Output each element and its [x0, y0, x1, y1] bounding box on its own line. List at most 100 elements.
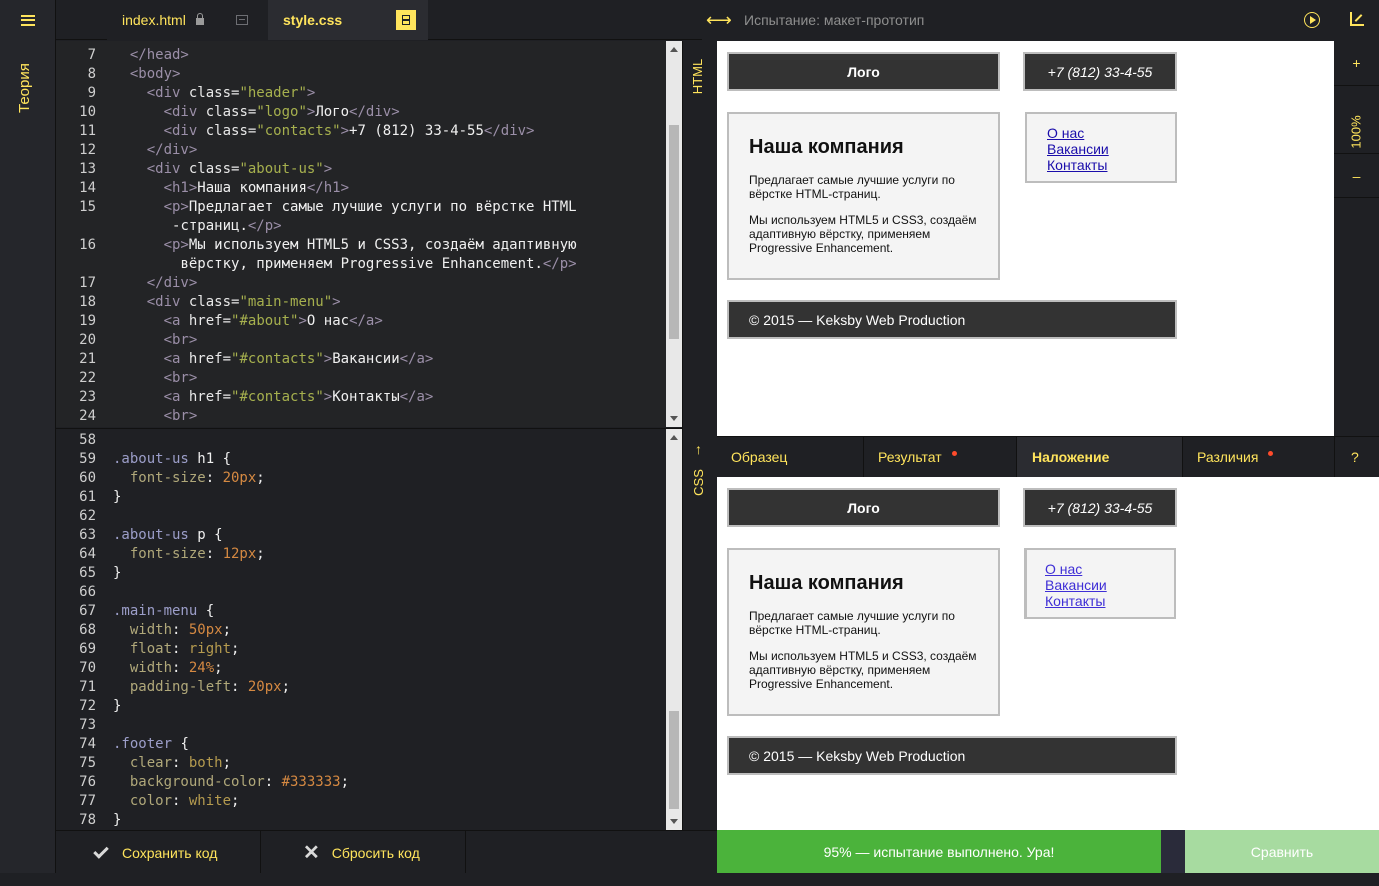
scroll-thumb[interactable]	[669, 125, 679, 339]
code-text[interactable]: вёрстку, применяем Progressive Enhanceme…	[113, 255, 576, 274]
code-text[interactable]: .main-menu {	[113, 602, 214, 621]
mode-label: Наложение	[1032, 449, 1110, 465]
line-number: 59	[79, 451, 96, 467]
mode-result[interactable]: Результат	[864, 437, 1017, 477]
reset-code-button[interactable]: ✕ Сбросить код	[261, 831, 466, 874]
line-number: 64	[79, 546, 96, 562]
resize-horizontal-icon[interactable]: ⟷	[706, 10, 732, 31]
code-text[interactable]: .about-us p {	[113, 526, 223, 545]
code-text[interactable]: <div class="about-us">	[113, 160, 332, 179]
scroll-up-icon[interactable]	[670, 435, 678, 440]
code-text[interactable]: -страниц.</p>	[113, 217, 282, 236]
code-text[interactable]: <div class="logo">Лого</div>	[113, 103, 400, 122]
code-text[interactable]: <a href="#about">О нас</a>	[113, 312, 383, 331]
menu-link-about[interactable]: О нас	[1045, 561, 1154, 577]
line-number: 74	[79, 736, 96, 752]
line-number: 65	[79, 565, 96, 581]
play-icon[interactable]	[1304, 12, 1320, 28]
preview-paragraph: Предлагает самые лучшие услуги по вёрстк…	[749, 173, 955, 201]
html-editor[interactable]: 7 </head> 8 <body> 9 <div class="header"> 1…	[56, 41, 682, 427]
overlay-preview-frame: Лого +7 (812) 33-4-55 Наша компания Пред…	[717, 477, 1379, 830]
line-number: 70	[79, 660, 96, 676]
code-text[interactable]: font-size: 20px;	[113, 469, 265, 488]
theory-sidebar: Теория	[0, 0, 56, 886]
theory-tab[interactable]: Теория	[16, 63, 33, 113]
css-editor[interactable]: 58 59 .about-us h1 {60 font-size: 20px; 61}…	[56, 428, 682, 830]
code-text[interactable]: }	[113, 564, 121, 583]
zoom-out-button[interactable]: –	[1334, 153, 1379, 198]
code-text[interactable]: <br>	[113, 331, 198, 350]
zoom-level-label: 100%	[1348, 115, 1364, 149]
line-number: 71	[79, 679, 96, 695]
code-text[interactable]: }	[113, 697, 121, 716]
preview-header: ⟷ Испытание: макет-прототип	[702, 0, 1379, 41]
scroll-down-icon[interactable]	[670, 416, 678, 421]
code-text[interactable]: <div class="contacts">+7 (812) 33-4-55</…	[113, 122, 535, 141]
result-divider	[1161, 830, 1185, 873]
menu-button[interactable]	[0, 0, 56, 40]
line-number: 19	[79, 313, 96, 329]
line-number: 21	[79, 351, 96, 367]
code-text[interactable]: color: white;	[113, 792, 240, 811]
scroll-down-icon[interactable]	[670, 819, 678, 824]
tab-index-html[interactable]: index.html	[107, 0, 268, 40]
css-panel-label[interactable]: CSS	[691, 469, 706, 496]
mode-overlay[interactable]: Наложение	[1017, 437, 1183, 477]
notification-dot	[1268, 450, 1274, 456]
code-text[interactable]: <br>	[113, 407, 198, 426]
code-text[interactable]: width: 24%;	[113, 659, 223, 678]
arrow-up-icon[interactable]: ↑	[695, 441, 702, 457]
result-status: 95% — испытание выполнено. Ура!	[717, 830, 1161, 873]
line-number: 17	[79, 275, 96, 291]
collapse-panel-icon[interactable]	[236, 15, 248, 25]
save-code-button[interactable]: Сохранить код	[56, 831, 261, 874]
code-text[interactable]: <p>Предлагает самые лучшие услуги по вёр…	[113, 198, 577, 217]
code-text[interactable]: <h1>Наша компания</h1>	[113, 179, 349, 198]
html-panel-label[interactable]: HTML	[690, 59, 705, 94]
code-text[interactable]: </div>	[113, 141, 198, 160]
scroll-thumb[interactable]	[669, 711, 679, 809]
line-number: 72	[79, 698, 96, 714]
zoom-in-button[interactable]: +	[1334, 41, 1379, 86]
scroll-up-icon[interactable]	[670, 47, 678, 52]
line-number: 11	[79, 123, 96, 139]
code-text[interactable]: padding-left: 20px;	[113, 678, 290, 697]
code-text[interactable]: <br>	[113, 369, 198, 388]
mode-sample[interactable]: Образец	[717, 437, 864, 477]
code-text[interactable]: <body>	[113, 65, 181, 84]
reset-code-label: Сбросить код	[331, 844, 420, 861]
preview-main-menu: О нас Вакансии Контакты	[1025, 112, 1177, 183]
code-text[interactable]: float: right;	[113, 640, 240, 659]
html-editor-scrollbar[interactable]	[666, 41, 682, 427]
code-text[interactable]: background-color: #333333;	[113, 773, 349, 792]
line-number: 12	[79, 142, 96, 158]
code-text[interactable]: <div class="main-menu">	[113, 293, 341, 312]
preview-paragraph: Предлагает самые лучшие услуги по вёрстк…	[749, 609, 955, 637]
editor-actions: Сохранить код ✕ Сбросить код	[56, 830, 717, 874]
tab-style-css[interactable]: style.css	[268, 0, 428, 40]
code-text[interactable]: font-size: 12px;	[113, 545, 265, 564]
code-text[interactable]: <p>Мы используем HTML5 и CSS3, создаём а…	[113, 236, 577, 255]
collapse-panel-icon[interactable]	[396, 10, 416, 30]
menu-link-jobs[interactable]: Вакансии	[1047, 141, 1155, 157]
compare-button[interactable]: Сравнить	[1185, 830, 1379, 873]
code-text[interactable]: .about-us h1 {	[113, 450, 231, 469]
css-editor-scrollbar[interactable]	[666, 429, 682, 830]
menu-link-contacts[interactable]: Контакты	[1047, 157, 1155, 173]
menu-link-about[interactable]: О нас	[1047, 125, 1155, 141]
code-text[interactable]: clear: both;	[113, 754, 231, 773]
code-text[interactable]: <a href="#contacts">Вакансии</a>	[113, 350, 434, 369]
menu-link-contacts[interactable]: Контакты	[1045, 593, 1154, 609]
code-text[interactable]: <div class="header">	[113, 84, 316, 103]
code-text[interactable]: .footer {	[113, 735, 189, 754]
fullscreen-icon[interactable]	[1350, 12, 1364, 26]
menu-link-jobs[interactable]: Вакансии	[1045, 577, 1154, 593]
code-text[interactable]: </div>	[113, 274, 198, 293]
code-text[interactable]: width: 50px;	[113, 621, 231, 640]
code-text[interactable]: }	[113, 488, 121, 507]
code-text[interactable]: <a href="#contacts">Контакты</a>	[113, 388, 434, 407]
help-button[interactable]: ?	[1335, 437, 1379, 477]
mode-diff[interactable]: Различия	[1183, 437, 1335, 477]
code-text[interactable]: </head>	[113, 46, 189, 65]
code-text[interactable]: }	[113, 811, 121, 830]
